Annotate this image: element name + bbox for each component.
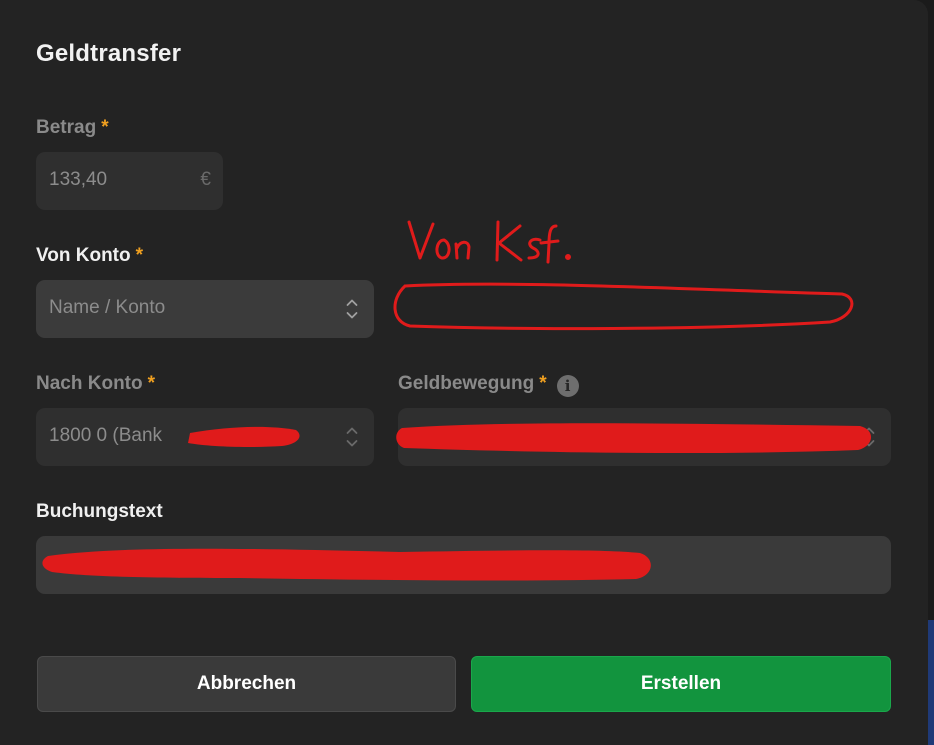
from-account-placeholder: Name / Konto <box>49 297 166 318</box>
info-icon[interactable]: i <box>556 375 579 397</box>
to-account-value: 1800 0 (Bank <box>49 425 163 446</box>
amount-label: Betrag * <box>36 117 109 139</box>
euro-icon: € <box>200 169 211 190</box>
amount-field[interactable]: 133,40 € <box>36 152 223 210</box>
movement-label: Geldbewegung * i <box>398 373 579 397</box>
to-account-select[interactable]: 1800 0 (Bank <box>36 408 374 466</box>
chevron-up-down-icon <box>863 427 875 447</box>
background-window-edge <box>928 620 934 745</box>
required-mark: * <box>539 373 547 394</box>
create-button[interactable]: Erstellen <box>471 656 891 712</box>
from-account-label-text: Von Konto <box>36 245 131 266</box>
money-transfer-dialog: Geldtransfer Betrag * 133,40 € Von Konto *… <box>0 0 928 745</box>
chevron-up-down-icon <box>346 299 358 319</box>
from-account-label: Von Konto * <box>36 245 143 267</box>
amount-label-text: Betrag <box>36 117 97 138</box>
movement-select[interactable] <box>398 408 891 466</box>
chevron-up-down-icon <box>346 427 358 447</box>
movement-label-text: Geldbewegung <box>398 373 535 394</box>
from-account-select[interactable]: Name / Konto <box>36 280 374 338</box>
to-account-label-text: Nach Konto <box>36 373 143 394</box>
posting-text-label: Buchungstext <box>36 501 163 522</box>
amount-value: 133,40 <box>49 169 108 190</box>
required-mark: * <box>147 373 156 394</box>
dialog-title: Geldtransfer <box>36 40 182 67</box>
required-mark: * <box>135 245 144 266</box>
cancel-button[interactable]: Abbrechen <box>37 656 456 712</box>
posting-text-input[interactable] <box>36 536 891 594</box>
to-account-label: Nach Konto * <box>36 373 155 395</box>
required-mark: * <box>101 117 109 138</box>
